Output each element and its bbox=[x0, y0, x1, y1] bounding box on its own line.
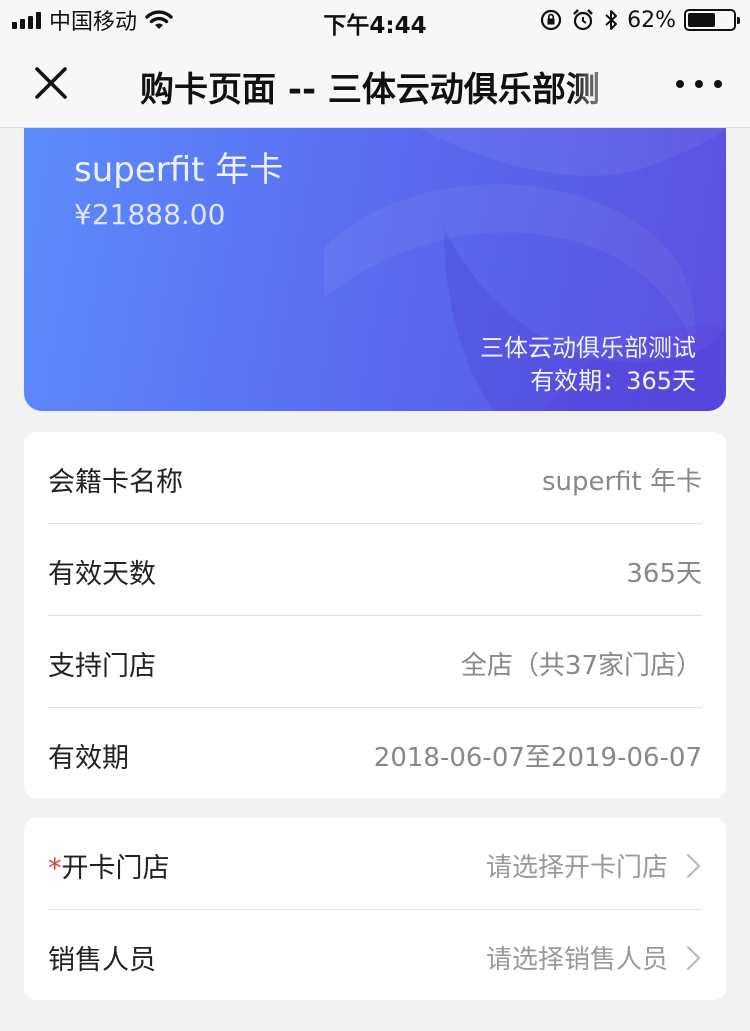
detail-label: 有效天数 bbox=[48, 559, 156, 590]
card-validity: 有效期：365天 bbox=[530, 367, 696, 395]
sales-selector[interactable]: 销售人员 请选择销售人员 bbox=[48, 910, 702, 1002]
sales-placeholder: 请选择销售人员 bbox=[485, 945, 668, 975]
lock-rotation-icon bbox=[540, 9, 562, 31]
page-title: 购卡页面 -- 三体云动俱乐部测 bbox=[140, 70, 600, 106]
purchase-options-panel: *开卡门店 请选择开卡门店 销售人员 请选择销售人员 bbox=[24, 818, 726, 1000]
detail-value: 全店（共37家门店） bbox=[460, 651, 702, 681]
required-mark: * bbox=[48, 853, 62, 884]
detail-row-stores: 支持门店 全店（共37家门店） bbox=[48, 616, 702, 708]
card-name: superfit 年卡 bbox=[74, 150, 284, 190]
alarm-icon bbox=[573, 9, 593, 31]
status-right: 62% bbox=[539, 6, 740, 34]
sales-selector-label: 销售人员 bbox=[48, 945, 156, 976]
card-details-panel: 会籍卡名称 superfit 年卡 有效天数 365天 支持门店 全店（共37家… bbox=[24, 432, 726, 798]
detail-row-validity-period: 有效期 2018-06-07至2019-06-07 bbox=[48, 708, 702, 800]
membership-card: superfit 年卡 ¥21888.00 三体云动俱乐部测试 有效期：365天 bbox=[24, 128, 726, 411]
detail-label: 有效期 bbox=[48, 743, 129, 774]
close-icon[interactable] bbox=[26, 58, 76, 108]
detail-label: 支持门店 bbox=[48, 651, 156, 682]
status-bar: 中国移动 下午4:44 62% bbox=[0, 0, 750, 40]
nav-bar: 购卡页面 -- 三体云动俱乐部测 bbox=[0, 40, 750, 128]
chevron-right-icon bbox=[686, 945, 701, 971]
detail-row-valid-days: 有效天数 365天 bbox=[48, 524, 702, 616]
bluetooth-icon bbox=[605, 10, 618, 30]
battery-percent: 62% bbox=[627, 7, 676, 33]
more-icon[interactable] bbox=[676, 72, 722, 96]
store-selector-label: *开卡门店 bbox=[48, 846, 170, 885]
detail-value: 365天 bbox=[626, 559, 702, 589]
store-label-text: 开卡门店 bbox=[61, 853, 170, 884]
detail-value: superfit 年卡 bbox=[541, 467, 702, 497]
card-price: ¥21888.00 bbox=[74, 198, 226, 231]
battery-icon bbox=[684, 9, 740, 31]
chevron-right-icon bbox=[686, 853, 701, 879]
detail-label: 会籍卡名称 bbox=[48, 467, 183, 498]
detail-row-card-name: 会籍卡名称 superfit 年卡 bbox=[48, 432, 702, 524]
store-placeholder: 请选择开卡门店 bbox=[485, 853, 668, 883]
store-selector[interactable]: *开卡门店 请选择开卡门店 bbox=[48, 818, 702, 910]
detail-value: 2018-06-07至2019-06-07 bbox=[373, 743, 702, 773]
card-club-name: 三体云动俱乐部测试 bbox=[480, 334, 696, 362]
